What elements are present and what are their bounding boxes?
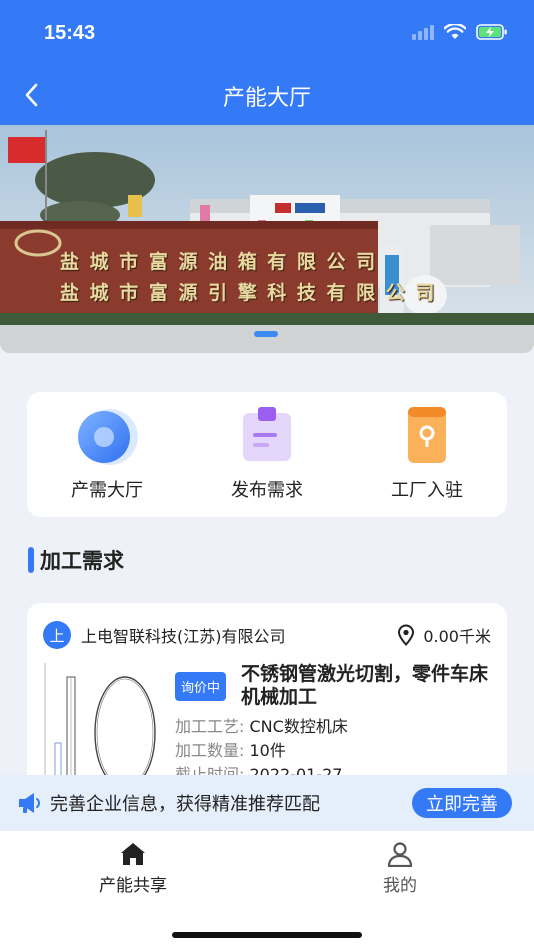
section-title: 加工需求 bbox=[28, 545, 124, 575]
tab-label: 我的 bbox=[383, 876, 417, 896]
tab-mine[interactable]: 我的 bbox=[340, 841, 460, 896]
wifi-icon bbox=[444, 24, 466, 40]
publish-demand-icon bbox=[233, 404, 301, 466]
menu-label: 发布需求 bbox=[231, 480, 303, 501]
banner-sign-line: 盐 城 市 富 源 引 擎 科 技 有 限 公 司 bbox=[60, 282, 437, 304]
status-icons bbox=[412, 24, 508, 40]
job-title: 不锈钢管激光切割，零件车床机械加工 bbox=[241, 663, 489, 708]
drawing-thumbnail bbox=[41, 663, 161, 793]
status-time: 15:43 bbox=[44, 22, 96, 44]
tab-capacity-share[interactable]: 产能共享 bbox=[73, 841, 193, 896]
status-badge: 询价中 bbox=[175, 672, 227, 701]
distance-value: 0.00千米 bbox=[423, 627, 491, 646]
battery-charging-icon bbox=[476, 24, 508, 40]
factory-join-icon bbox=[393, 404, 461, 466]
menu-item-publish-demand[interactable]: 发布需求 bbox=[187, 392, 347, 517]
banner-image[interactable]: 盐 城 市 富 源 油 箱 有 限 公 司 盐 城 市 富 源 引 擎 科 技 … bbox=[0, 125, 534, 353]
header-bar: 15:43 产能大厅 bbox=[0, 0, 534, 125]
company-badge: 上 bbox=[43, 621, 71, 649]
user-icon bbox=[387, 842, 413, 867]
page-title: 产能大厅 bbox=[222, 86, 311, 111]
job-quantity: 加工数量: 10件 bbox=[175, 737, 286, 761]
company-name: 上电智联科技(江苏)有限公司 bbox=[81, 627, 286, 646]
company-row: 上 上电智联科技(江苏)有限公司 0.00千米 bbox=[43, 621, 491, 649]
job-process: 加工工艺: CNC数控机床 bbox=[175, 713, 348, 737]
quick-menu: 产需大厅 发布需求 工厂入驻 bbox=[27, 392, 507, 517]
megaphone-icon bbox=[19, 793, 40, 813]
notice-text: 完善企业信息，获得精准推荐匹配 bbox=[50, 794, 320, 815]
carousel-indicator[interactable] bbox=[254, 331, 278, 337]
complete-info-button[interactable]: 立即完善 bbox=[412, 788, 512, 818]
banner-sign: 盐 城 市 富 源 油 箱 有 限 公 司 盐 城 市 富 源 引 擎 科 技 … bbox=[60, 247, 437, 305]
job-process-label: 加工工艺: bbox=[175, 717, 245, 736]
banner-sign-line: 盐 城 市 富 源 油 箱 有 限 公 司 bbox=[60, 251, 378, 273]
signal-icon bbox=[412, 24, 434, 40]
menu-item-capacity-hall[interactable]: 产需大厅 bbox=[27, 392, 187, 517]
section-title-text: 加工需求 bbox=[40, 549, 124, 573]
location-pin-icon bbox=[398, 624, 415, 646]
capacity-hall-icon bbox=[73, 404, 141, 466]
job-quantity-value: 10件 bbox=[249, 741, 286, 760]
home-icon bbox=[121, 843, 145, 865]
menu-item-factory-join[interactable]: 工厂入驻 bbox=[347, 392, 507, 517]
home-indicator bbox=[172, 932, 362, 938]
menu-label: 工厂入驻 bbox=[391, 480, 463, 501]
section-accent-bar bbox=[28, 547, 34, 573]
job-process-value: CNC数控机床 bbox=[249, 717, 348, 736]
job-quantity-label: 加工数量: bbox=[175, 741, 245, 760]
tab-label: 产能共享 bbox=[99, 876, 167, 896]
distance: 0.00千米 bbox=[397, 623, 491, 647]
menu-label: 产需大厅 bbox=[71, 480, 143, 501]
notice-bar: 完善企业信息，获得精准推荐匹配 立即完善 bbox=[0, 775, 534, 831]
